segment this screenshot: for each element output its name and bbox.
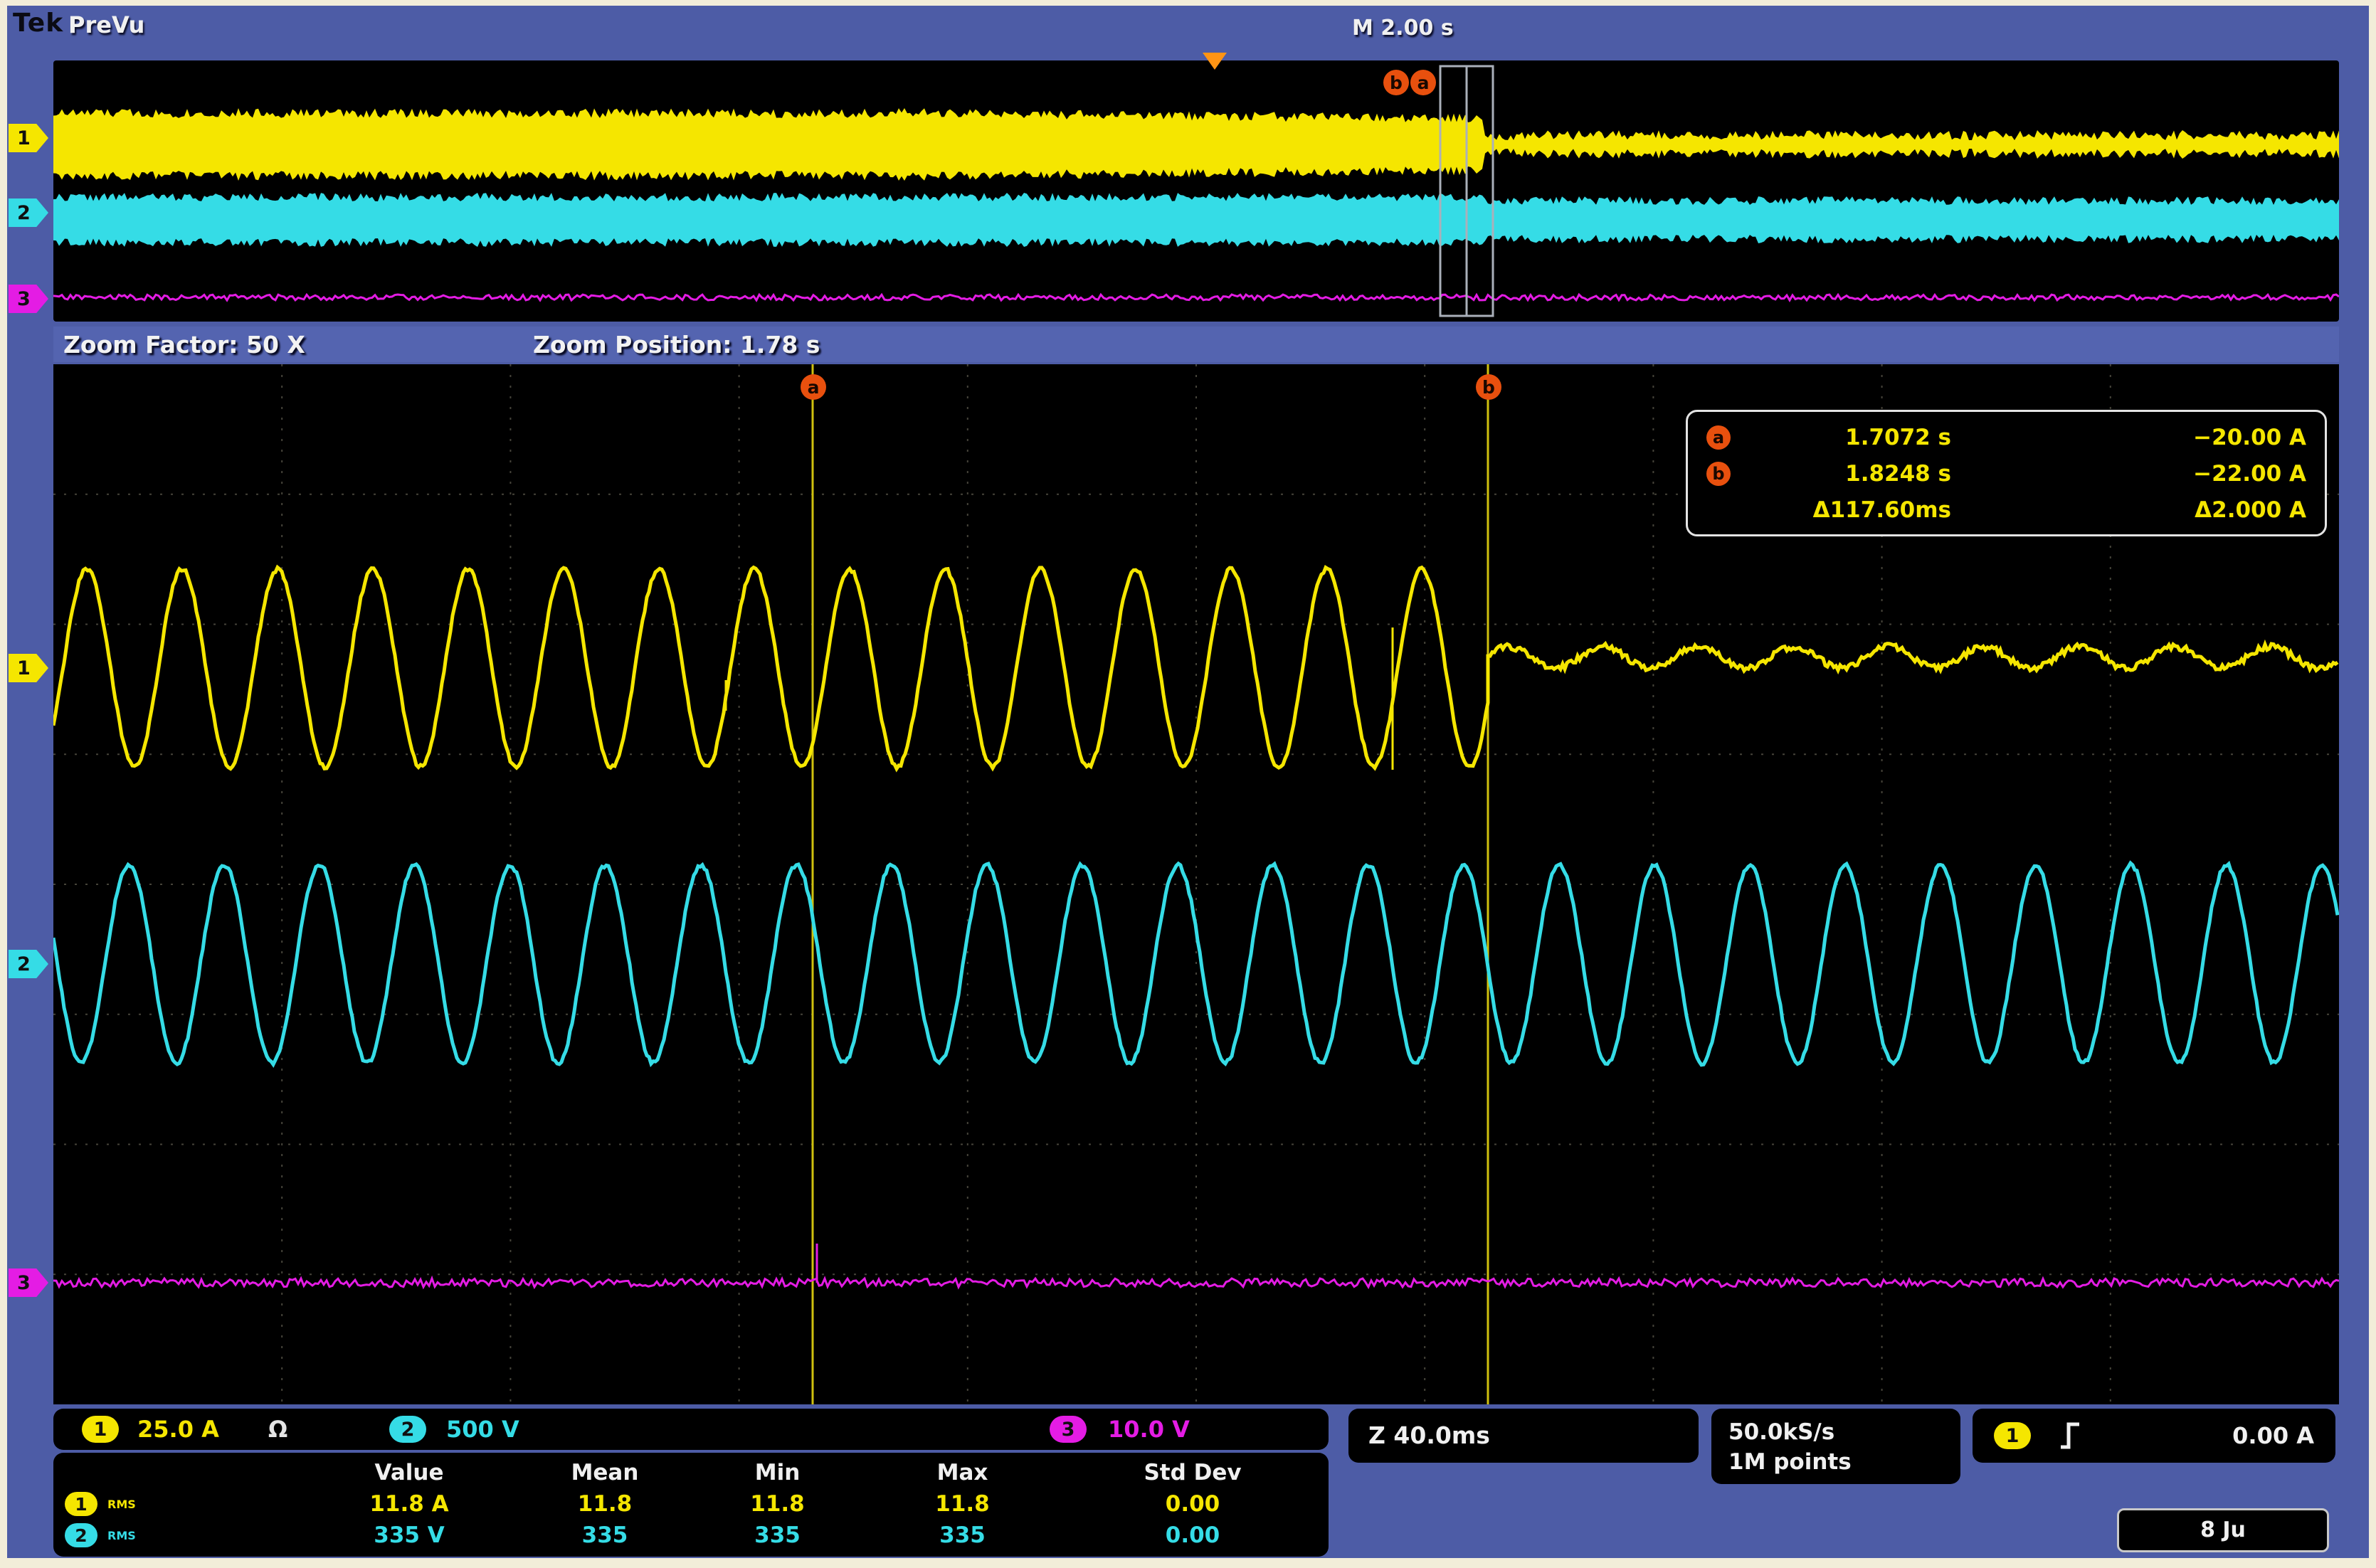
meas-row2-max: 335 bbox=[868, 1522, 1057, 1548]
cursor-b-icon: b bbox=[1706, 462, 1731, 486]
cursor-b-value: −22.00 A bbox=[1951, 461, 2306, 487]
cursor-b-top-marker: b bbox=[1476, 374, 1501, 400]
trigger-position-icon bbox=[1203, 53, 1227, 70]
zoom-window-bracket-b[interactable] bbox=[1440, 66, 1467, 316]
ch1-trace bbox=[53, 568, 2338, 769]
record-length: 1M points bbox=[1728, 1447, 1960, 1477]
overview-svg bbox=[53, 60, 2339, 322]
acquisition-mode-label: PreVu bbox=[68, 11, 144, 38]
cursor-readout-box: a 1.7072 s −20.00 A b 1.8248 s −22.00 A … bbox=[1686, 410, 2327, 536]
timebase-readout: M 2.00 s bbox=[1352, 16, 1454, 41]
overview-ch2-trace bbox=[53, 193, 2339, 247]
meas-header-value: Value bbox=[295, 1460, 523, 1485]
cursor-delta-value: Δ2.000 A bbox=[1951, 497, 2306, 523]
meas-row2-mean: 335 bbox=[523, 1522, 687, 1548]
overview-ch3-trace bbox=[53, 295, 2339, 300]
sample-rate: 50.0kS/s bbox=[1728, 1417, 1960, 1447]
meas-row1-max: 11.8 bbox=[868, 1491, 1057, 1517]
overview-ch1-trace bbox=[53, 108, 2339, 181]
ch3-scale: 10.0 V bbox=[1108, 1409, 1190, 1450]
meas-row2-value: 335 V bbox=[295, 1522, 523, 1548]
meas-row1-value: 11.8 A bbox=[295, 1491, 523, 1517]
trigger-readout-box: 1 0.00 A bbox=[1973, 1409, 2335, 1463]
meas-header-mean: Mean bbox=[523, 1460, 687, 1485]
acquisition-info-box: 50.0kS/s 1M points bbox=[1711, 1409, 1960, 1484]
meas-header-max: Max bbox=[868, 1460, 1057, 1485]
zoom-info-bar: Zoom Factor: 50 X Zoom Position: 1.78 s bbox=[53, 327, 2339, 362]
cursor-a-icon: a bbox=[1706, 425, 1731, 450]
cursor-a-top-marker: a bbox=[801, 374, 826, 400]
channel-scale-bar: 1 25.0 A Ω 2 500 V 3 10.0 V bbox=[53, 1409, 1329, 1450]
cursor-delta-time: Δ117.60ms bbox=[1738, 497, 1951, 523]
cursor-b-time: 1.8248 s bbox=[1738, 461, 1951, 487]
cursor-a-readout: a 1.7072 s −20.00 A bbox=[1706, 420, 2306, 455]
meas-header-min: Min bbox=[687, 1460, 868, 1485]
measurement-table: Value Mean Min Max Std Dev 1 RMS 11.8 A … bbox=[53, 1453, 1329, 1557]
meas-row1-min: 11.8 bbox=[687, 1491, 868, 1517]
overview-cursor-b-marker: b bbox=[1383, 70, 1409, 95]
cursor-delta-readout: Δ117.60ms Δ2.000 A bbox=[1706, 492, 2306, 528]
meas-row2-label: 2 RMS bbox=[53, 1523, 295, 1547]
meas-row1-ch-badge: 1 bbox=[65, 1492, 97, 1516]
zoom-window-bracket-a[interactable] bbox=[1467, 66, 1493, 316]
date-box: 8 Ju bbox=[2117, 1508, 2329, 1552]
meas-row1-label: 1 RMS bbox=[53, 1492, 295, 1516]
trigger-level: 0.00 A bbox=[2232, 1409, 2314, 1463]
cursor-b-readout: b 1.8248 s −22.00 A bbox=[1706, 456, 2306, 492]
meas-row1-type: RMS bbox=[107, 1498, 136, 1511]
meas-row2-std: 0.00 bbox=[1057, 1522, 1329, 1548]
tek-logo: Tek bbox=[13, 9, 63, 38]
meas-row1-mean: 11.8 bbox=[523, 1491, 687, 1517]
cursor-a-value: −20.00 A bbox=[1951, 425, 2306, 450]
meas-row2-min: 335 bbox=[687, 1522, 868, 1548]
meas-row1-std: 0.00 bbox=[1057, 1491, 1329, 1517]
cursor-a-time: 1.7072 s bbox=[1738, 425, 1951, 450]
zoom-scale-readout: Z 40.0ms bbox=[1368, 1409, 1490, 1463]
zoom-scale-box: Z 40.0ms bbox=[1348, 1409, 1699, 1463]
zoom-position-label: Zoom Position: 1.78 s bbox=[533, 331, 820, 359]
date-label: 8 Ju bbox=[2119, 1510, 2327, 1550]
zoom-factor-label: Zoom Factor: 50 X bbox=[63, 331, 305, 359]
overview-waveform-area bbox=[53, 60, 2339, 322]
ch3-badge: 3 bbox=[1050, 1416, 1087, 1443]
ch1-coupling: Ω bbox=[268, 1409, 287, 1450]
meas-header-stddev: Std Dev bbox=[1057, 1460, 1329, 1485]
ch1-badge: 1 bbox=[82, 1416, 119, 1443]
trigger-source-badge: 1 bbox=[1994, 1422, 2031, 1449]
oscilloscope-screen: Tek PreVu M 2.00 s b a 1 2 3 Zoom Factor… bbox=[0, 0, 2376, 1568]
overview-cursor-a-marker: a bbox=[1410, 70, 1436, 95]
rising-edge-icon bbox=[2058, 1420, 2082, 1451]
ch1-scale: 25.0 A bbox=[137, 1409, 219, 1450]
meas-row2-ch-badge: 2 bbox=[65, 1523, 97, 1547]
meas-row2-type: RMS bbox=[107, 1529, 136, 1542]
ch2-badge: 2 bbox=[389, 1416, 426, 1443]
ch2-scale: 500 V bbox=[446, 1409, 519, 1450]
